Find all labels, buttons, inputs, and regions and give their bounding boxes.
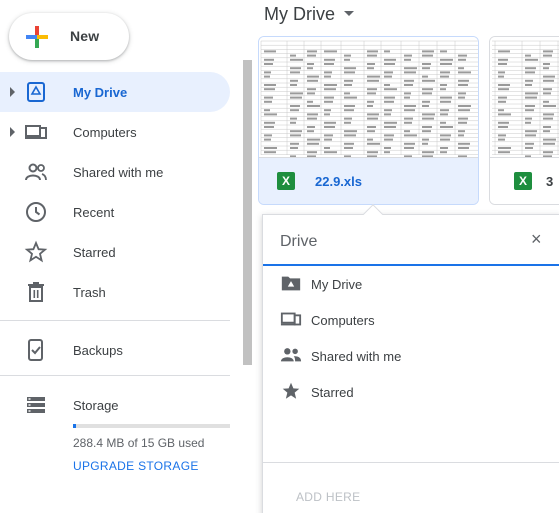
sidebar-item-label: My Drive [73, 85, 128, 100]
title-dropdown-icon[interactable] [344, 11, 354, 16]
computers-icon [25, 125, 47, 139]
add-here-button[interactable]: ADD HERE [296, 490, 360, 504]
plus-icon [26, 26, 48, 48]
sidebar-divider [0, 375, 230, 376]
my-drive-icon [27, 82, 45, 102]
upgrade-storage-link[interactable]: UPGRADE STORAGE [73, 459, 199, 473]
file-card-footer: X 3 [490, 157, 559, 204]
sidebar-item-computers[interactable]: Computers [0, 112, 240, 152]
spreadsheet-preview [260, 40, 478, 158]
file-card[interactable]: X 22.9.xls [258, 36, 479, 205]
sidebar-item-recent[interactable]: Recent [0, 192, 240, 232]
expand-arrow-icon[interactable] [10, 87, 15, 97]
sidebar-item-label: Computers [73, 125, 137, 140]
storage-progress-fill [73, 424, 76, 428]
drive-folder-icon [281, 276, 301, 291]
file-thumbnail [259, 37, 478, 159]
backups-icon [28, 339, 43, 361]
sidebar-item-my-drive[interactable]: My Drive [0, 72, 230, 112]
popup-item-label: Starred [311, 385, 354, 400]
sidebar-item-label: Backups [73, 343, 123, 358]
popup-item-my-drive[interactable]: My Drive [263, 266, 559, 302]
file-thumbnail [490, 37, 559, 159]
storage-used-text: 288.4 MB of 15 GB used [73, 436, 205, 450]
move-to-popup: Drive × My Drive Computers Shared with m… [262, 214, 559, 513]
close-icon[interactable]: × [531, 229, 542, 250]
expand-arrow-icon[interactable] [10, 127, 15, 137]
sidebar-item-backups[interactable]: Backups [0, 330, 230, 370]
sidebar-item-storage[interactable]: Storage [0, 385, 230, 425]
new-button[interactable]: New [9, 13, 129, 60]
shared-icon [25, 163, 47, 181]
file-name: 22.9.xls [315, 174, 362, 189]
popup-list: My Drive Computers Shared with me Starre… [263, 266, 559, 410]
popup-item-label: My Drive [311, 277, 363, 292]
star-icon [24, 240, 48, 263]
new-button-label: New [70, 28, 100, 44]
sidebar-item-label: Trash [73, 285, 106, 300]
file-card[interactable]: X 3 [489, 36, 559, 205]
sidebar-item-label: Shared with me [73, 165, 164, 180]
storage-progress-bar [73, 424, 230, 428]
sidebar-item-label: Storage [73, 398, 119, 413]
sidebar-divider [0, 320, 230, 321]
popup-divider [263, 462, 559, 463]
star-icon [282, 382, 300, 399]
file-name: 3 [546, 174, 554, 189]
sidebar-item-trash[interactable]: Trash [0, 272, 240, 312]
excel-file-icon: X [277, 172, 295, 190]
popup-item-shared[interactable]: Shared with me [263, 338, 559, 374]
sidebar-nav: My Drive Computers Shared with me Recent… [0, 72, 240, 312]
excel-file-icon: X [514, 172, 532, 190]
popup-title: Drive [280, 233, 318, 250]
popup-item-label: Shared with me [311, 349, 402, 364]
sidebar-item-label: Starred [73, 245, 116, 260]
popup-item-computers[interactable]: Computers [263, 302, 559, 338]
shared-icon [280, 348, 302, 362]
clock-icon [26, 202, 46, 222]
sidebar-item-shared[interactable]: Shared with me [0, 152, 240, 192]
storage-icon [27, 397, 45, 413]
computers-icon [280, 312, 302, 326]
sidebar-item-starred[interactable]: Starred [0, 232, 240, 272]
sidebar-item-label: Recent [73, 205, 115, 220]
trash-icon [28, 282, 44, 302]
popup-item-starred[interactable]: Starred [263, 374, 559, 410]
popup-item-label: Computers [311, 313, 375, 328]
file-card-footer: X 22.9.xls [259, 157, 478, 204]
page-title[interactable]: My Drive [264, 4, 335, 25]
page-title-text: My Drive [264, 4, 335, 24]
sidebar-scrollbar[interactable] [243, 60, 252, 365]
spreadsheet-preview [492, 40, 559, 158]
